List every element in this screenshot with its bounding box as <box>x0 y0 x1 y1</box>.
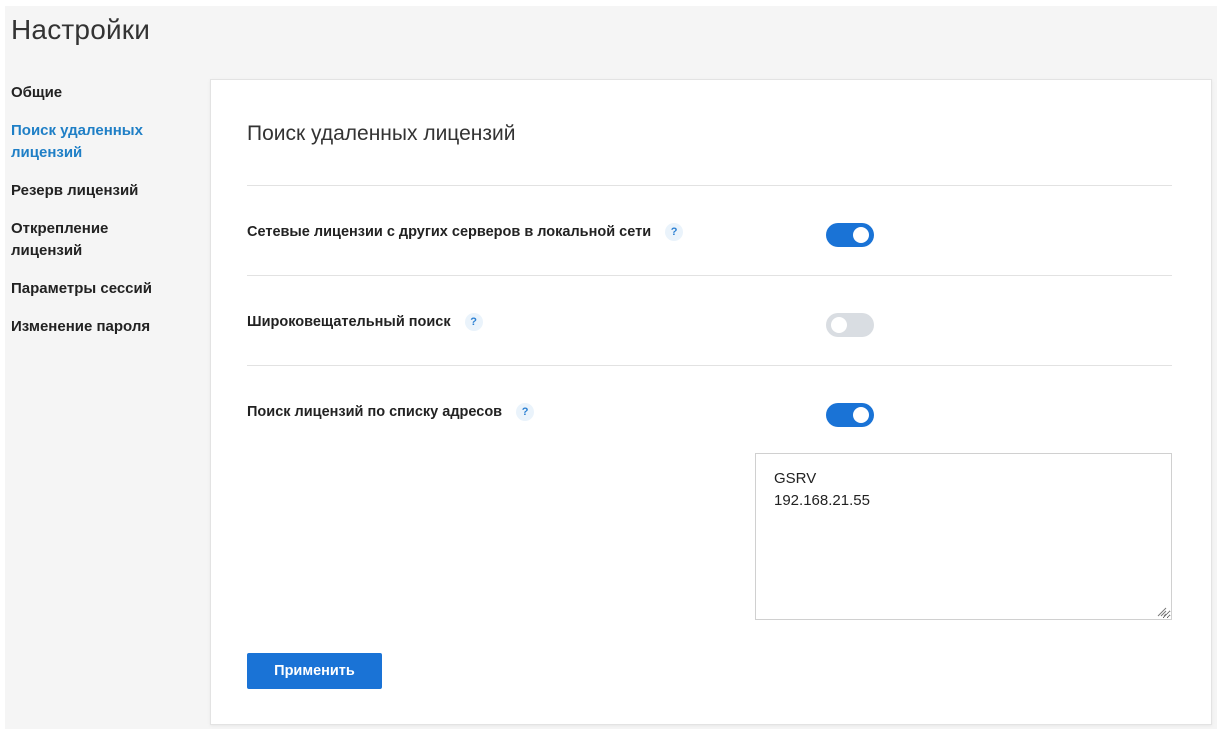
sidebar-item-license-reserve[interactable]: Резерв лицензий <box>11 180 201 202</box>
settings-page: Настройки Общие Поиск удаленных лицензий… <box>5 6 1217 729</box>
setting-broadcast-search-label: Широковещательный поиск <box>247 314 451 330</box>
setting-address-list-search: Поиск лицензий по списку адресов ? <box>247 403 535 421</box>
network-licenses-toggle[interactable] <box>826 223 874 247</box>
toggle-knob <box>853 407 869 423</box>
address-list-search-toggle[interactable] <box>826 403 874 427</box>
apply-button[interactable]: Применить <box>247 653 382 689</box>
toggle-knob <box>853 227 869 243</box>
section-title: Поиск удаленных лицензий <box>247 122 516 145</box>
divider <box>247 365 1172 366</box>
help-icon[interactable]: ? <box>516 403 535 421</box>
settings-sidebar: Общие Поиск удаленных лицензий Резерв ли… <box>11 82 201 354</box>
sidebar-item-change-password[interactable]: Изменение пароля <box>11 316 201 338</box>
resize-grip-icon[interactable] <box>1155 605 1167 617</box>
help-icon[interactable]: ? <box>665 223 684 241</box>
sidebar-item-session-params[interactable]: Параметры сессий <box>11 278 201 300</box>
setting-broadcast-search: Широковещательный поиск ? <box>247 313 483 331</box>
setting-network-licenses-label: Сетевые лицензии с других серверов в лок… <box>247 224 652 240</box>
toggle-knob <box>831 317 847 333</box>
divider <box>247 275 1172 276</box>
sidebar-item-general[interactable]: Общие <box>11 82 201 104</box>
setting-network-licenses: Сетевые лицензии с других серверов в лок… <box>247 223 684 241</box>
setting-address-list-search-label: Поиск лицензий по списку адресов <box>247 404 503 420</box>
sidebar-item-remote-license-search[interactable]: Поиск удаленных лицензий <box>11 120 151 164</box>
address-list-textarea[interactable] <box>755 453 1172 620</box>
settings-card: Поиск удаленных лицензий Сетевые лицензи… <box>210 79 1212 725</box>
sidebar-item-license-detach[interactable]: Открепление лицензий <box>11 218 131 262</box>
divider <box>247 185 1172 186</box>
page-title: Настройки <box>11 14 151 45</box>
broadcast-search-toggle[interactable] <box>826 313 874 337</box>
help-icon[interactable]: ? <box>464 313 483 331</box>
